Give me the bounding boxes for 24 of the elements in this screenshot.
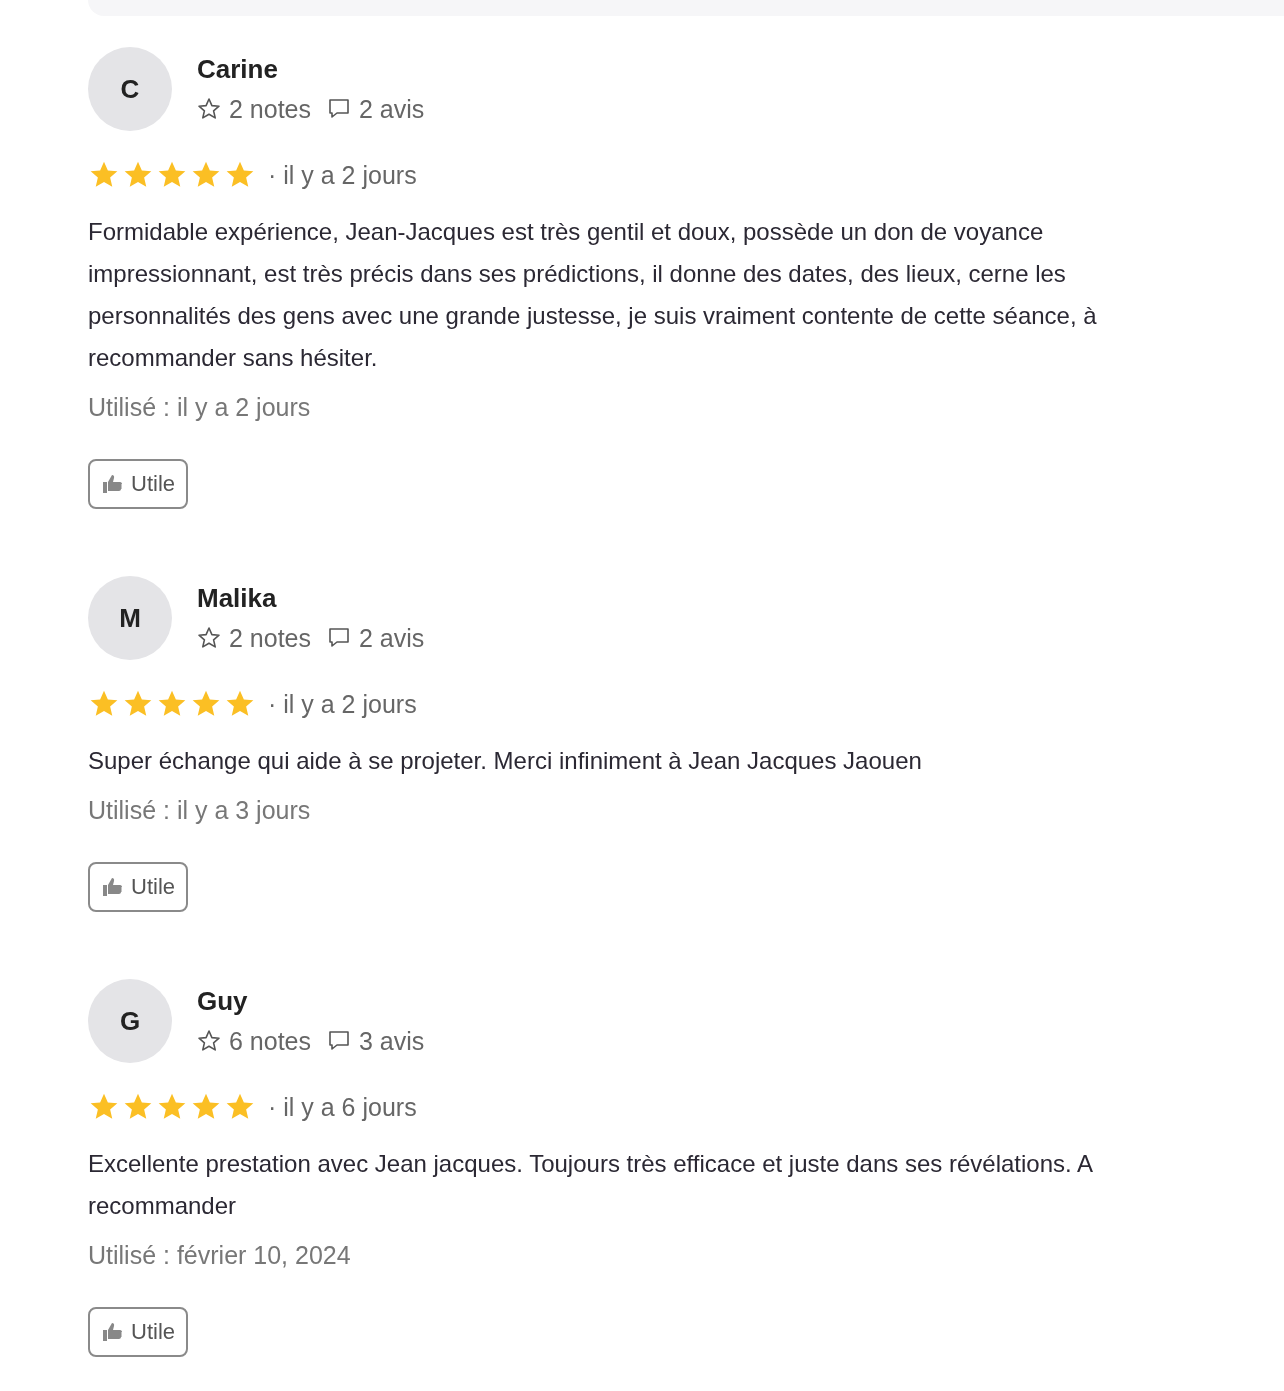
- avatar: G: [88, 979, 172, 1063]
- helpful-button[interactable]: Utile: [88, 459, 188, 509]
- usage-date: Utilisé : il y a 2 jours: [88, 392, 312, 423]
- rating-count: 2 notes: [229, 94, 311, 125]
- review-count: 2 avis: [359, 94, 425, 125]
- usage-date: Utilisé : février 10, 2024: [88, 1240, 352, 1271]
- review-count: 2 avis: [359, 623, 425, 654]
- review-date: · il y a 2 jours: [268, 689, 417, 719]
- reviewer-name: Malika: [197, 582, 278, 615]
- avatar: M: [88, 576, 172, 660]
- review-date: · il y a 6 jours: [268, 1092, 417, 1122]
- review-date: · il y a 2 jours: [268, 160, 417, 190]
- review-text: Excellente prestation avec Jean jacques. Toujours très efficace et juste dans ses révélations. A recommander: [88, 1149, 1094, 1221]
- review-text: Formidable expérience, Jean-Jacques est très gentil et doux, possède un don de voyance impressionnant, est très précis dans ses prédictions, il donne des dates, des lieux, cerne les personnalités des gens avec une grande justesse, je suis vraiment contente de cette séance, à recommander sans hésiter.: [88, 217, 1098, 373]
- helpful-button[interactable]: Utile: [88, 1307, 188, 1357]
- reviewer-name: Carine: [197, 53, 279, 86]
- helpful-button[interactable]: Utile: [88, 862, 188, 912]
- avatar: C: [88, 47, 172, 131]
- rating-count: 6 notes: [229, 1026, 311, 1057]
- review-count: 3 avis: [359, 1026, 425, 1057]
- usage-date: Utilisé : il y a 3 jours: [88, 795, 312, 826]
- rating-count: 2 notes: [229, 623, 311, 654]
- reviewer-name: Guy: [197, 985, 249, 1018]
- review-text: Super échange qui aide à se projeter. Merci infiniment à Jean Jacques Jaouen: [88, 746, 923, 776]
